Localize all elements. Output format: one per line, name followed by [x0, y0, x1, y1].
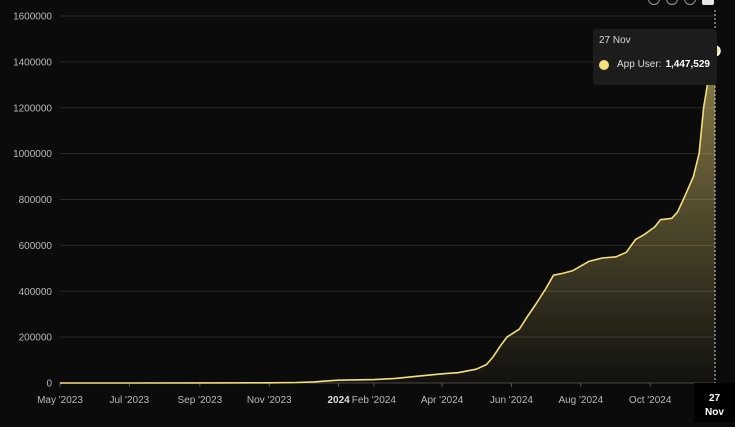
- y-tick-label: 1600000: [13, 12, 52, 23]
- y-tick-label: 600000: [19, 241, 53, 252]
- zoom-icon[interactable]: [684, 0, 696, 5]
- x-tick-label: Apr '2024: [421, 395, 464, 406]
- y-tick-label: 800000: [19, 195, 53, 206]
- reset-icon[interactable]: [666, 0, 678, 5]
- x-tick-label: Jun '2024: [490, 395, 533, 406]
- x-crosshair-label: 27 Nov: [694, 383, 735, 422]
- series-area: [60, 51, 715, 383]
- tooltip-date: 27 Nov: [599, 35, 711, 46]
- x-tick-label: 2024: [327, 395, 350, 406]
- tooltip-row: App User: 1,447,529: [599, 59, 711, 70]
- tooltip-series-name: App User:: [617, 59, 661, 70]
- tooltip-value: 1,447,529: [665, 59, 710, 70]
- chart-toolbar: [648, 0, 714, 5]
- y-tick-label: 200000: [19, 333, 53, 344]
- x-tick-label: Jul '2023: [110, 395, 150, 406]
- y-tick-label: 1000000: [13, 149, 52, 160]
- home-icon[interactable]: [702, 0, 714, 5]
- x-tick-label: May '2023: [37, 395, 83, 406]
- chart-container[interactable]: 0 200000 400000 600000 800000 1000000 1200000 1…: [0, 0, 735, 422]
- y-tick-label: 1200000: [13, 103, 52, 114]
- series-marker-icon: [599, 60, 609, 70]
- x-tick-label: Feb '2024: [352, 395, 397, 406]
- crosshair-label-day: 27: [694, 392, 735, 406]
- y-tick-label: 0: [46, 379, 52, 390]
- tooltip: 27 Nov App User: 1,447,529: [593, 29, 717, 85]
- y-tick-label: 400000: [19, 287, 53, 298]
- x-tick-label: Sep '2023: [178, 395, 223, 406]
- info-icon[interactable]: [648, 0, 660, 5]
- y-axis: 0 200000 400000 600000 800000 1000000 1200000 1…: [13, 12, 52, 390]
- series-layer: [60, 51, 715, 383]
- x-tick-label: Nov '2023: [247, 395, 292, 406]
- y-tick-label: 1400000: [13, 57, 52, 68]
- x-tick-label: Oct '2024: [629, 395, 672, 406]
- x-tick-label: Aug '2024: [558, 395, 603, 406]
- x-axis: May '2023 Jul '2023 Sep '2023 Nov '2023 2024…: [37, 383, 715, 406]
- crosshair-label-month: Nov: [694, 406, 735, 420]
